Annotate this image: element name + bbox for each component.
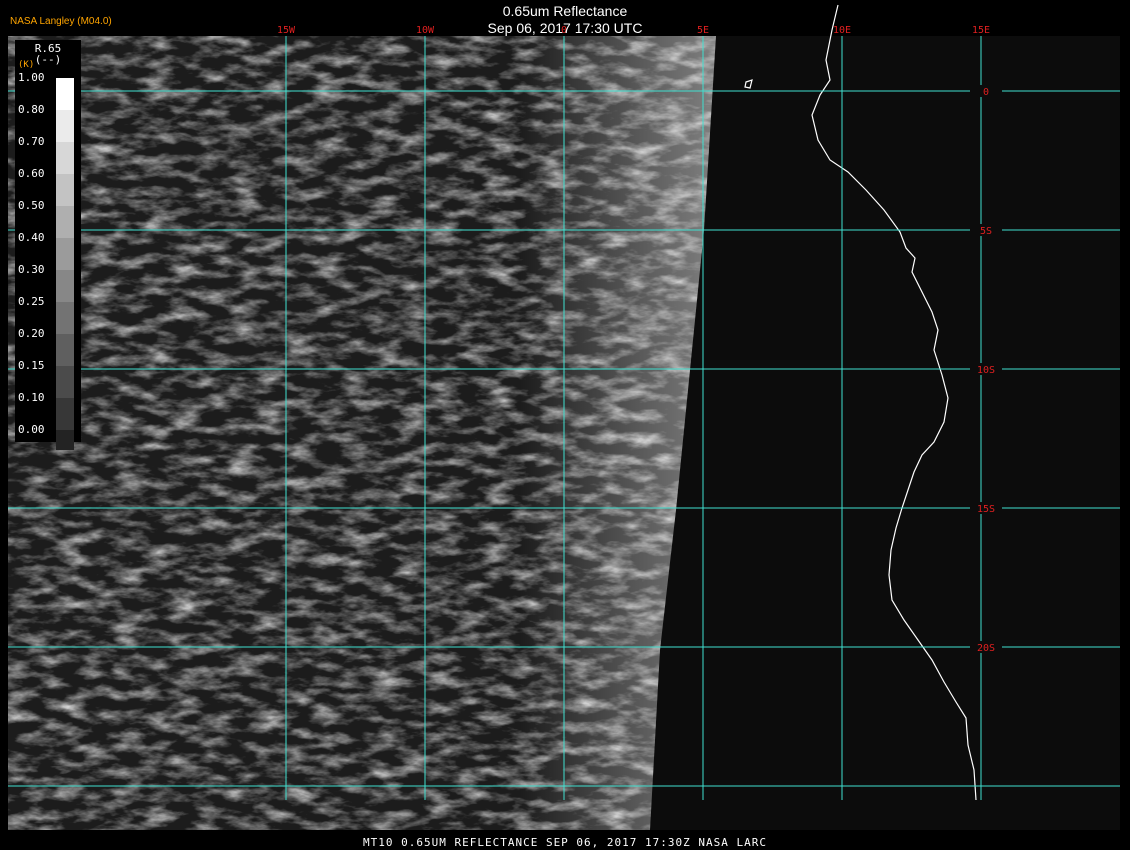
map-title: 0.65um Reflectance xyxy=(502,3,628,19)
reflectance-image: 15W 10W 0 5E 10E 15E05S10S15S20S xyxy=(8,4,1120,830)
legend-tick-label: 0.50 xyxy=(18,199,45,212)
parallel-label: 5S xyxy=(980,226,992,237)
parallel-label: 15S xyxy=(977,504,995,515)
satellite-map: 15W 10W 0 5E 10E 15E 0 5S 10S 15S 20S 0.65um Refle… xyxy=(0,0,1130,850)
legend-tick-label: 1.00 xyxy=(18,71,45,84)
legend-tick-label: 0.80 xyxy=(18,103,45,116)
legend-tick-label: 0.00 xyxy=(18,423,45,436)
legend-swatch xyxy=(56,366,74,398)
legend-swatch xyxy=(56,398,74,430)
legend-swatch xyxy=(56,302,74,334)
legend-tick-label: 0.70 xyxy=(18,135,45,148)
parallel-label: 20S xyxy=(977,643,995,654)
legend-tick-label: 0.25 xyxy=(18,295,45,308)
legend-swatch xyxy=(56,206,74,238)
legend-tick-label: 0.15 xyxy=(18,359,45,372)
color-legend: R.65 (--) (K) 1.00 0.80 0.70 0.60 0.50 0.40 0.… xyxy=(15,40,81,450)
footer-caption: MT10 0.65UM REFLECTANCE SEP 06, 2017 17:… xyxy=(363,836,767,849)
legend-tick-label: 0.40 xyxy=(18,231,45,244)
legend-swatch xyxy=(56,110,74,142)
legend-tick-label: 0.20 xyxy=(18,327,45,340)
legend-swatch xyxy=(56,174,74,206)
brand-label: NASA Langley (M04.0) xyxy=(10,16,112,27)
legend-tick-label: 0.10 xyxy=(18,391,45,404)
legend-swatch xyxy=(56,238,74,270)
map-timestamp: Sep 06, 2017 17:30 UTC xyxy=(487,20,643,36)
legend-swatch xyxy=(56,142,74,174)
legend-swatch xyxy=(56,78,74,110)
legend-swatch xyxy=(56,270,74,302)
legend-tick-label: 0.30 xyxy=(18,263,45,276)
legend-swatch xyxy=(56,430,74,450)
parallel-label: 0 xyxy=(983,87,989,98)
parallel-label: 10S xyxy=(977,365,995,376)
legend-swatch xyxy=(56,334,74,366)
legend-tick-label: 0.60 xyxy=(18,167,45,180)
legend-units-k: (K) xyxy=(18,60,35,70)
